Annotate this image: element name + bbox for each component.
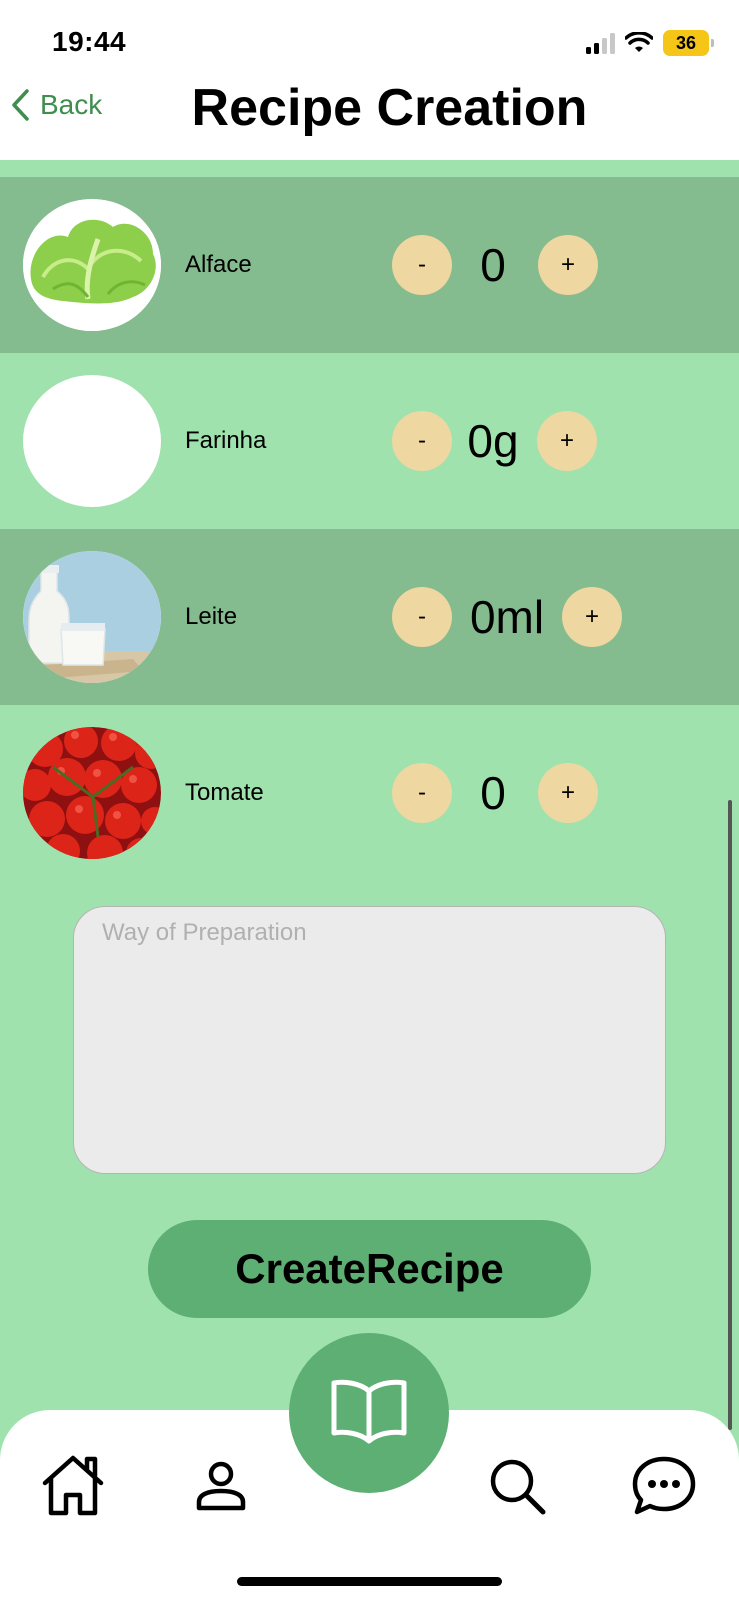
quantity-value: 0 (480, 767, 506, 819)
ingredient-row: Tomate - 0 + (0, 705, 739, 881)
ingredient-name: Leite (185, 603, 238, 630)
tab-search[interactable] (477, 1446, 557, 1526)
status-time: 19:44 (52, 26, 127, 57)
ingredient-row: Farinha - 0g + (0, 353, 739, 529)
ingredient-list: Alface - 0 + Farinha - 0g + Leite - 0ml … (0, 177, 739, 881)
search-icon (490, 1459, 546, 1515)
profile-icon (196, 1461, 246, 1511)
increase-button[interactable]: + (562, 587, 622, 647)
increase-button[interactable]: + (538, 235, 598, 295)
quantity-value: 0 (480, 239, 506, 291)
ingredient-name: Tomate (185, 779, 264, 806)
milk-image (23, 551, 161, 683)
book-icon (331, 1379, 407, 1444)
increase-button[interactable]: + (538, 763, 598, 823)
wifi-icon (625, 32, 653, 52)
tab-home[interactable] (33, 1446, 113, 1526)
quantity-value: 0g (467, 415, 519, 467)
flour-image (23, 375, 161, 507)
preparation-input[interactable] (73, 906, 666, 1174)
tab-chat[interactable] (624, 1446, 704, 1526)
home-icon (42, 1455, 104, 1516)
header: 19:44 36 Back Recipe Creation (0, 0, 739, 160)
create-recipe-button[interactable]: CreateRecipe (148, 1220, 591, 1318)
ingredient-row: Leite - 0ml + (0, 529, 739, 705)
battery-icon: 36 (663, 30, 714, 56)
tab-profile[interactable] (181, 1446, 261, 1526)
home-indicator (237, 1577, 502, 1586)
tomato-image (23, 727, 161, 859)
status-icons: 36 (586, 28, 714, 58)
ingredient-row: Alface - 0 + (0, 177, 739, 353)
decrease-button[interactable]: - (392, 587, 452, 647)
tab-recipes[interactable] (289, 1333, 449, 1493)
ingredient-name: Alface (185, 251, 252, 278)
increase-button[interactable]: + (537, 411, 597, 471)
scrollbar[interactable] (728, 800, 732, 1430)
lettuce-image (23, 199, 161, 331)
cellular-signal-icon (586, 32, 615, 54)
page-title: Recipe Creation (191, 79, 588, 137)
ingredient-name: Farinha (185, 427, 267, 454)
quantity-value: 0ml (469, 591, 545, 643)
chat-icon (632, 1456, 696, 1515)
